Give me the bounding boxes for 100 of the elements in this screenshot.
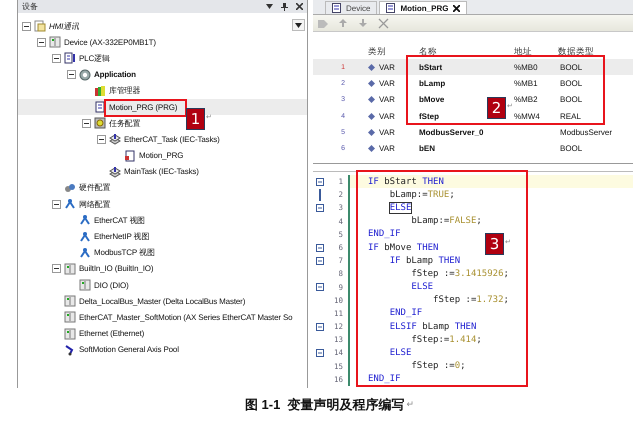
editor-tab[interactable]: Motion_PRG (379, 1, 468, 14)
tree-item[interactable]: BuiltIn_IO (BuiltIn_IO) (79, 264, 154, 274)
table-cell: VAR (379, 128, 395, 137)
table-cell: ModbusServer_0 (419, 128, 484, 137)
editor-tab[interactable]: Device (325, 1, 378, 14)
collapse-icon[interactable] (22, 22, 31, 31)
layers-icon (109, 133, 121, 146)
variable-icon (368, 64, 375, 71)
delete-icon[interactable] (378, 18, 388, 28)
figure-caption: 图 1-1 变量声明及程序编写 (244, 396, 405, 414)
tree-item[interactable]: HMI通讯 (49, 20, 79, 32)
tree-item[interactable]: SoftMotion General Axis Pool (79, 345, 179, 354)
variable-icon (368, 112, 375, 120)
collapse-icon[interactable] (316, 244, 324, 252)
tree-item[interactable]: EtherNetIP 视图 (94, 231, 150, 242)
code-line: ELSE (410, 282, 434, 292)
column-header[interactable]: 数据类型 (558, 46, 618, 58)
gears-icon (64, 182, 76, 194)
close-icon[interactable] (296, 3, 303, 10)
variable-icon (368, 96, 375, 104)
tree-item[interactable]: Motion_PRG (139, 151, 184, 160)
tree-item[interactable]: Device (AX-332EP0MB1T) (64, 38, 156, 47)
network-icon (79, 214, 91, 226)
tree-item[interactable]: EtherCAT_Task (IEC-Tasks) (124, 134, 220, 144)
collapse-icon[interactable] (316, 349, 324, 358)
collapse-icon[interactable] (52, 264, 61, 274)
callout-number: 2 (487, 97, 506, 119)
table-cell: VAR (379, 78, 395, 88)
variable-icon (368, 128, 375, 136)
tree-item[interactable]: 库管理器 (109, 85, 140, 96)
tree-item[interactable]: ModbusTCP 视图 (94, 247, 155, 258)
code-line: fStep :=3.1415926; (410, 268, 509, 279)
table-cell: VAR (379, 62, 395, 72)
code-line: IF bStart THEN (368, 176, 444, 187)
code-line: IF bLamp THEN (388, 256, 460, 266)
column-header[interactable]: 类别 (368, 46, 419, 58)
code-line: ELSIF bLamp THEN (388, 322, 476, 332)
code-line: IF bMove THEN (368, 242, 438, 253)
books-icon (94, 84, 106, 97)
table-cell: BOOL (560, 62, 582, 72)
collapse-icon[interactable] (37, 38, 46, 47)
tree-item[interactable]: 任务配置 (109, 118, 140, 129)
table-cell: VAR (379, 112, 395, 121)
tree-item[interactable]: Application (94, 70, 136, 80)
document-icon (94, 101, 106, 114)
tree-item[interactable]: 网络配置 (79, 198, 110, 210)
table-cell: fStep (419, 112, 439, 121)
table-cell: VAR (379, 95, 395, 104)
code-line: END_IF (368, 374, 401, 384)
paragraph-mark: ↵ (406, 399, 414, 410)
device-icon (79, 279, 91, 292)
document-icon (386, 3, 396, 13)
collapse-icon[interactable] (316, 204, 324, 212)
table-cell: REAL (560, 112, 581, 121)
tree-item[interactable]: 硬件配置 (79, 182, 110, 194)
table-cell: ModbusServer (560, 128, 612, 137)
collapse-icon[interactable] (67, 70, 76, 80)
close-icon[interactable] (453, 4, 460, 12)
code-line: fStep :=1.732; (432, 295, 509, 306)
layers-icon (109, 166, 121, 178)
pin-icon[interactable] (281, 2, 288, 10)
column-header[interactable]: 名称 (419, 46, 514, 58)
table-cell: bEN (419, 144, 435, 154)
tree-item[interactable]: MainTask (IEC-Tasks) (124, 167, 199, 176)
collapse-icon[interactable] (316, 322, 324, 331)
network-icon (79, 246, 91, 259)
table-cell: BOOL (560, 95, 582, 104)
tree-item[interactable]: Delta_LocalBus_Master (Delta LocalBus Master) (79, 296, 246, 306)
table-cell: bLamp (419, 78, 446, 88)
tree-item[interactable]: Ethernet (Ethernet) (79, 329, 144, 338)
network-icon (64, 198, 76, 210)
variable-icon (368, 80, 375, 87)
collapse-icon[interactable] (82, 118, 91, 128)
collapse-icon[interactable] (52, 200, 61, 209)
table-cell: %MB1 (514, 78, 538, 88)
tree-item[interactable]: DIO (DIO) (94, 280, 129, 290)
callout-number: 3 (485, 233, 504, 255)
collapse-icon[interactable] (316, 283, 324, 292)
column-header[interactable]: 地址 (514, 46, 558, 58)
table-cell: BOOL (560, 144, 582, 154)
tree-item[interactable]: EtherCAT 视图 (94, 214, 145, 226)
axis-icon (64, 344, 76, 356)
document-icon (64, 52, 76, 64)
collapse-icon[interactable] (97, 134, 106, 144)
collapse-icon[interactable] (52, 54, 61, 63)
panel-title: 设备 (22, 1, 38, 12)
document-icon (332, 3, 341, 13)
table-cell: %MW4 (514, 112, 540, 121)
network-icon (79, 230, 91, 243)
code-line: bLamp:=TRUE; (388, 190, 455, 200)
collapse-icon[interactable] (316, 256, 324, 265)
fold-line-icon (319, 188, 321, 201)
gear-icon (79, 68, 91, 81)
dropdown-button[interactable] (292, 19, 305, 31)
collapse-icon[interactable] (316, 178, 324, 186)
tree-item[interactable]: Motion_PRG (PRG) (109, 102, 178, 112)
code-line: fStep :=0; (410, 361, 466, 372)
tree-item[interactable]: PLC逻辑 (79, 52, 110, 64)
dropdown-icon[interactable] (266, 4, 273, 9)
tree-item[interactable]: EtherCAT_Master_SoftMotion (AX Series EtherCAT Master So (79, 312, 292, 322)
